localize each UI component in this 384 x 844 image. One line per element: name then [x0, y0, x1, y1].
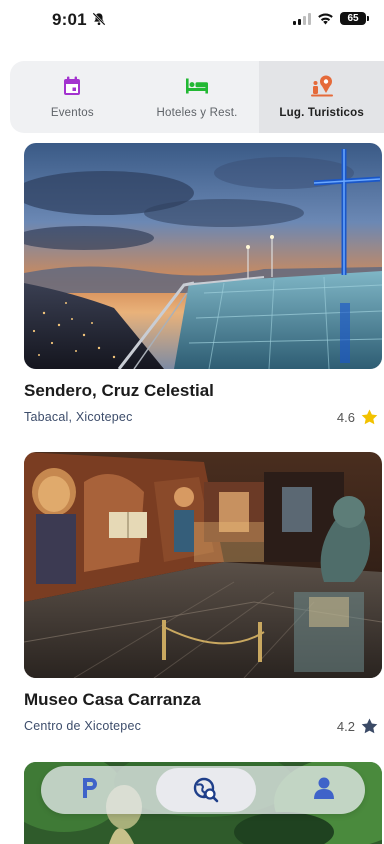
tourist-place-icon — [310, 75, 333, 97]
place-location: Tabacal, Xicotepec — [24, 410, 133, 424]
place-photo-museo-casa-carranza[interactable] — [24, 452, 382, 678]
bell-off-icon — [92, 12, 106, 26]
wifi-icon — [318, 13, 333, 25]
status-bar: 9:01 65 — [0, 0, 384, 44]
tab-label: Hoteles y Rest. — [156, 107, 238, 119]
bottom-navigation — [41, 766, 365, 814]
rating-value: 4.6 — [336, 409, 355, 425]
tab-lugares-turisticos[interactable]: Lug. Turisticos — [259, 61, 384, 133]
place-rating: 4.6 — [337, 409, 378, 425]
user-icon — [314, 777, 334, 799]
bed-icon — [185, 75, 209, 97]
place-card[interactable]: Sendero, Cruz Celestial Tabacal, Xicotep… — [24, 143, 382, 425]
status-time: 9:01 — [52, 10, 87, 29]
tab-label: Lug. Turisticos — [279, 107, 364, 119]
tab-hoteles[interactable]: Hoteles y Rest. — [135, 61, 260, 133]
category-tabs: Eventos Hoteles y Rest. Lug. Turisticos — [10, 61, 384, 133]
nav-explore[interactable] — [156, 768, 256, 812]
place-title: Museo Casa Carranza — [24, 690, 201, 709]
cellular-signal-icon — [293, 12, 311, 25]
place-title: Sendero, Cruz Celestial — [24, 381, 214, 400]
place-photo-cruz-celestial[interactable] — [24, 143, 382, 369]
star-filled-icon — [361, 409, 378, 425]
place-rating: 4.2 — [337, 718, 378, 734]
globe-search-icon — [193, 777, 219, 803]
place-card[interactable]: Museo Casa Carranza Centro de Xicotepec … — [24, 452, 382, 734]
rating-value: 4.2 — [336, 718, 355, 734]
star-filled-icon — [361, 718, 378, 734]
nav-profile[interactable] — [313, 776, 335, 805]
tab-eventos[interactable]: Eventos — [10, 61, 135, 133]
battery-indicator: 65 — [340, 12, 369, 25]
calendar-icon — [63, 75, 81, 97]
place-location: Centro de Xicotepec — [24, 719, 142, 733]
parking-icon — [83, 777, 97, 798]
tab-label: Eventos — [50, 107, 94, 119]
nav-parking[interactable] — [81, 776, 99, 805]
